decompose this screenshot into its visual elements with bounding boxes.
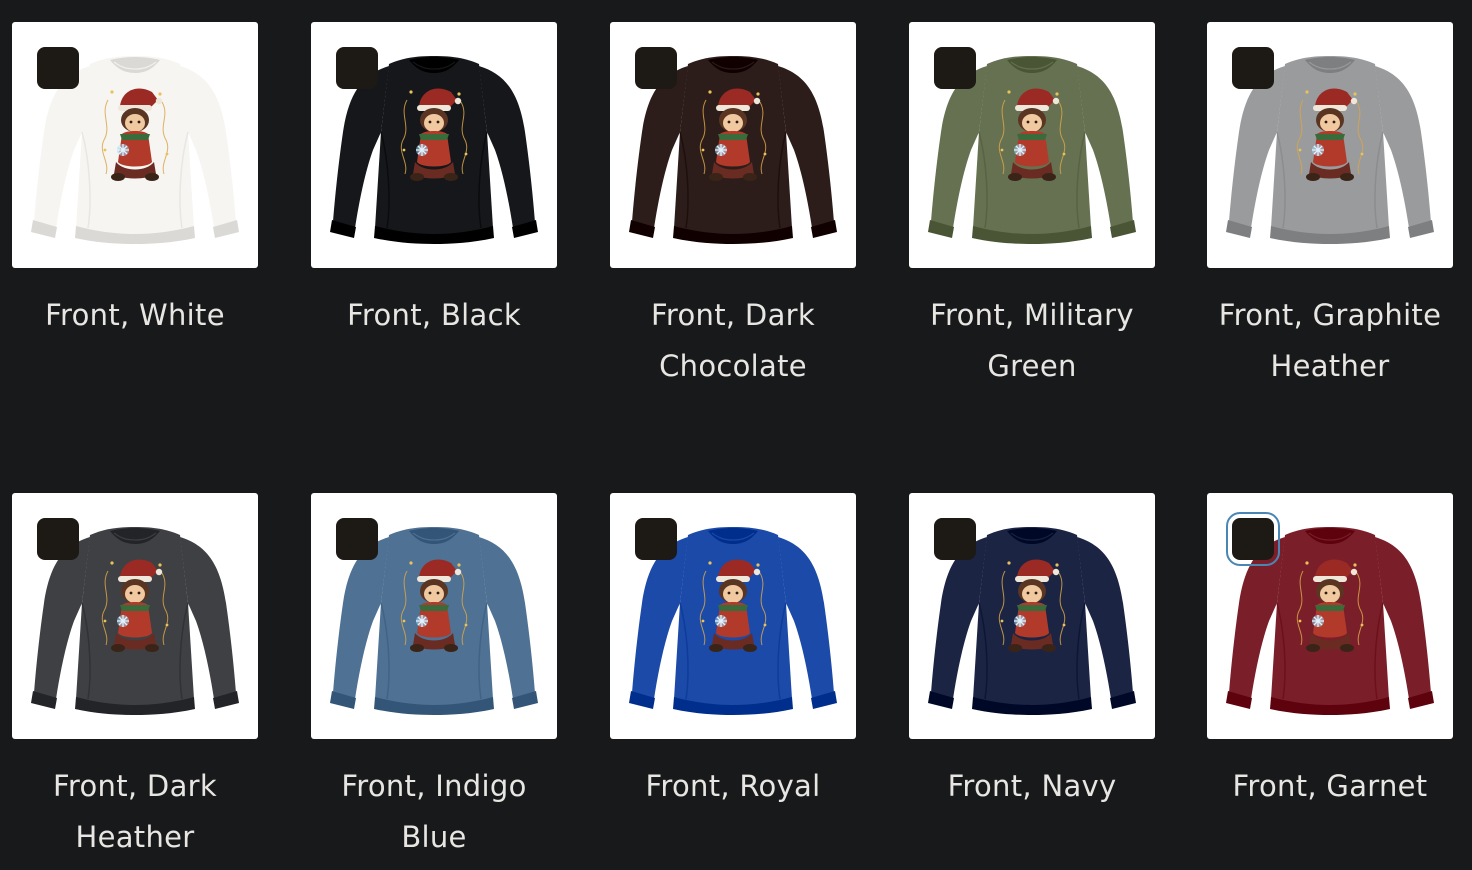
mockup-thumbnail[interactable] [1207, 493, 1453, 739]
checkbox-icon[interactable] [336, 47, 378, 89]
variant-tile[interactable]: Front, Black [311, 22, 557, 341]
checkbox-icon[interactable] [37, 518, 79, 560]
variant-label: Front, Dark Heather [53, 769, 217, 854]
mockup-thumbnail[interactable] [12, 22, 258, 268]
mockup-gallery: Front, White Front, Black Front, Dark Ch… [0, 0, 1472, 870]
variant-tile[interactable]: Front, Graphite Heather [1207, 22, 1453, 392]
variant-label: Front, Graphite Heather [1218, 298, 1442, 383]
variant-label: Front, Royal [645, 769, 821, 803]
checkbox-icon[interactable] [934, 518, 976, 560]
mockup-thumbnail[interactable] [12, 493, 258, 739]
variant-label: Front, Garnet [1232, 769, 1428, 803]
variant-tile[interactable]: Front, Dark Heather [12, 493, 258, 863]
variant-tile[interactable]: Front, Military Green [909, 22, 1155, 392]
variant-label: Front, Dark Chocolate [651, 298, 815, 383]
variant-tile[interactable]: Front, Indigo Blue [311, 493, 557, 863]
checkbox-icon[interactable] [635, 47, 677, 89]
variant-tile[interactable]: Front, White [12, 22, 258, 341]
variant-tile[interactable]: Front, Garnet [1207, 493, 1453, 812]
variant-tile[interactable]: Front, Royal [610, 493, 856, 812]
checkbox-icon[interactable] [336, 518, 378, 560]
variant-label: Front, Indigo Blue [341, 769, 527, 854]
mockup-thumbnail[interactable] [610, 22, 856, 268]
mockup-thumbnail[interactable] [1207, 22, 1453, 268]
checkbox-icon[interactable] [37, 47, 79, 89]
mockup-thumbnail[interactable] [311, 22, 557, 268]
variant-tile[interactable]: Front, Dark Chocolate [610, 22, 856, 392]
mockup-thumbnail[interactable] [311, 493, 557, 739]
mockup-thumbnail[interactable] [610, 493, 856, 739]
checkbox-icon[interactable] [1232, 47, 1274, 89]
mockup-thumbnail[interactable] [909, 493, 1155, 739]
variant-label: Front, Navy [947, 769, 1117, 803]
variant-label: Front, White [45, 298, 225, 332]
checkbox-icon[interactable] [934, 47, 976, 89]
mockup-thumbnail[interactable] [909, 22, 1155, 268]
variant-tile[interactable]: Front, Navy [909, 493, 1155, 812]
variant-label: Front, Black [347, 298, 521, 332]
variant-label: Front, Military Green [930, 298, 1134, 383]
checkbox-icon[interactable] [635, 518, 677, 560]
checkbox-icon[interactable] [1226, 512, 1280, 566]
